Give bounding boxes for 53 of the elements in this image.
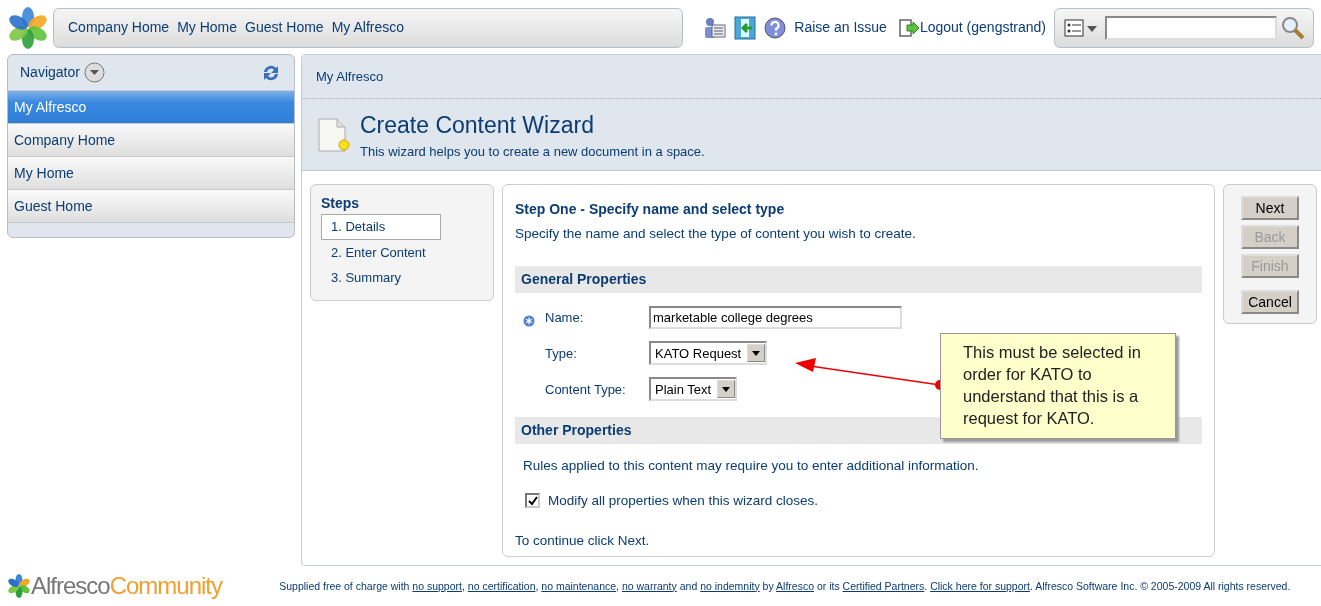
- user-details-icon[interactable]: [702, 15, 727, 40]
- brand-name: Alfresco: [30, 571, 110, 601]
- footer-link[interactable]: no warranty: [621, 579, 677, 592]
- breadcrumb: My Alfresco: [316, 67, 384, 86]
- logout-icon: [898, 17, 920, 38]
- nav-link[interactable]: My Alfresco: [331, 17, 404, 38]
- name-field[interactable]: marketable college degrees: [649, 305, 902, 329]
- field-label: Content Type:: [545, 380, 627, 399]
- wizard-button[interactable]: Next: [1241, 196, 1299, 220]
- step-description: Specify the name and select the type of content you wish to create.: [515, 225, 917, 243]
- wizard-title: Create Content Wizard: [360, 110, 595, 140]
- raise-issue-link[interactable]: Raise an Issue: [794, 17, 887, 38]
- steps-title: Steps: [321, 194, 361, 213]
- navigator-title: Navigator: [20, 63, 80, 82]
- logout-link[interactable]: Logout (gengstrand): [898, 17, 1046, 38]
- field-label: Type:: [545, 344, 578, 363]
- checkbox-label: Modify all properties when this wizard closes.: [548, 491, 819, 510]
- step-title: Step One - Specify name and select type: [515, 200, 786, 219]
- navigator-item[interactable]: Guest Home: [8, 190, 294, 223]
- search-field[interactable]: [1105, 15, 1277, 40]
- step-item[interactable]: 3. Summary: [321, 265, 441, 291]
- edition-name: Community: [109, 571, 223, 601]
- nav-link[interactable]: My Home: [177, 17, 238, 38]
- logo-icon: [7, 574, 31, 598]
- section-heading: General Properties: [515, 266, 1202, 294]
- footer-link[interactable]: Click here for support: [930, 579, 1030, 592]
- callout-note: This must be selected in order for KATO to understand that this is a request for KATO.: [940, 333, 1176, 439]
- step-item[interactable]: 2. Enter Content: [321, 239, 441, 265]
- continue-text: To continue click Next.: [515, 531, 651, 550]
- wizard-description: This wizard helps you to create a new document in a space.: [360, 143, 705, 161]
- logo-icon: [7, 6, 49, 49]
- type-select[interactable]: KATO Request: [649, 341, 768, 366]
- navigator-item[interactable]: My Alfresco: [8, 91, 294, 124]
- rules-text: Rules applied to this content may require you to enter additional information.: [523, 457, 980, 476]
- footer-link[interactable]: no certification: [467, 579, 536, 592]
- type-select[interactable]: Plain Text: [649, 377, 738, 402]
- step-item[interactable]: 1. Details: [321, 214, 441, 240]
- nav-link[interactable]: Guest Home: [245, 17, 324, 38]
- caret-icon[interactable]: [752, 350, 761, 356]
- field-label: Name:: [545, 308, 585, 327]
- footer-link[interactable]: no indemnity: [700, 579, 760, 592]
- dropdown-icon[interactable]: [83, 62, 105, 83]
- wizard-button[interactable]: Cancel: [1241, 290, 1299, 314]
- search-icon[interactable]: [1281, 15, 1305, 40]
- footer-link[interactable]: Alfresco: [776, 579, 814, 592]
- caret-icon[interactable]: [722, 386, 731, 392]
- navigator-item[interactable]: Company Home: [8, 124, 294, 157]
- footer-link[interactable]: no support: [412, 579, 462, 592]
- nav-link[interactable]: Company Home: [68, 17, 170, 38]
- checkbox[interactable]: [525, 493, 540, 509]
- help-icon[interactable]: [764, 16, 787, 39]
- footer-text: Supplied free of charge with no support, no certification, no maintenance, no warranty and no indemnity by Alfresco or its Certified Partners. Click here for support. Alfresco Software Inc. © 2005-2009 All rights reserved.: [278, 578, 1292, 594]
- navigator-item[interactable]: My Home: [8, 157, 294, 190]
